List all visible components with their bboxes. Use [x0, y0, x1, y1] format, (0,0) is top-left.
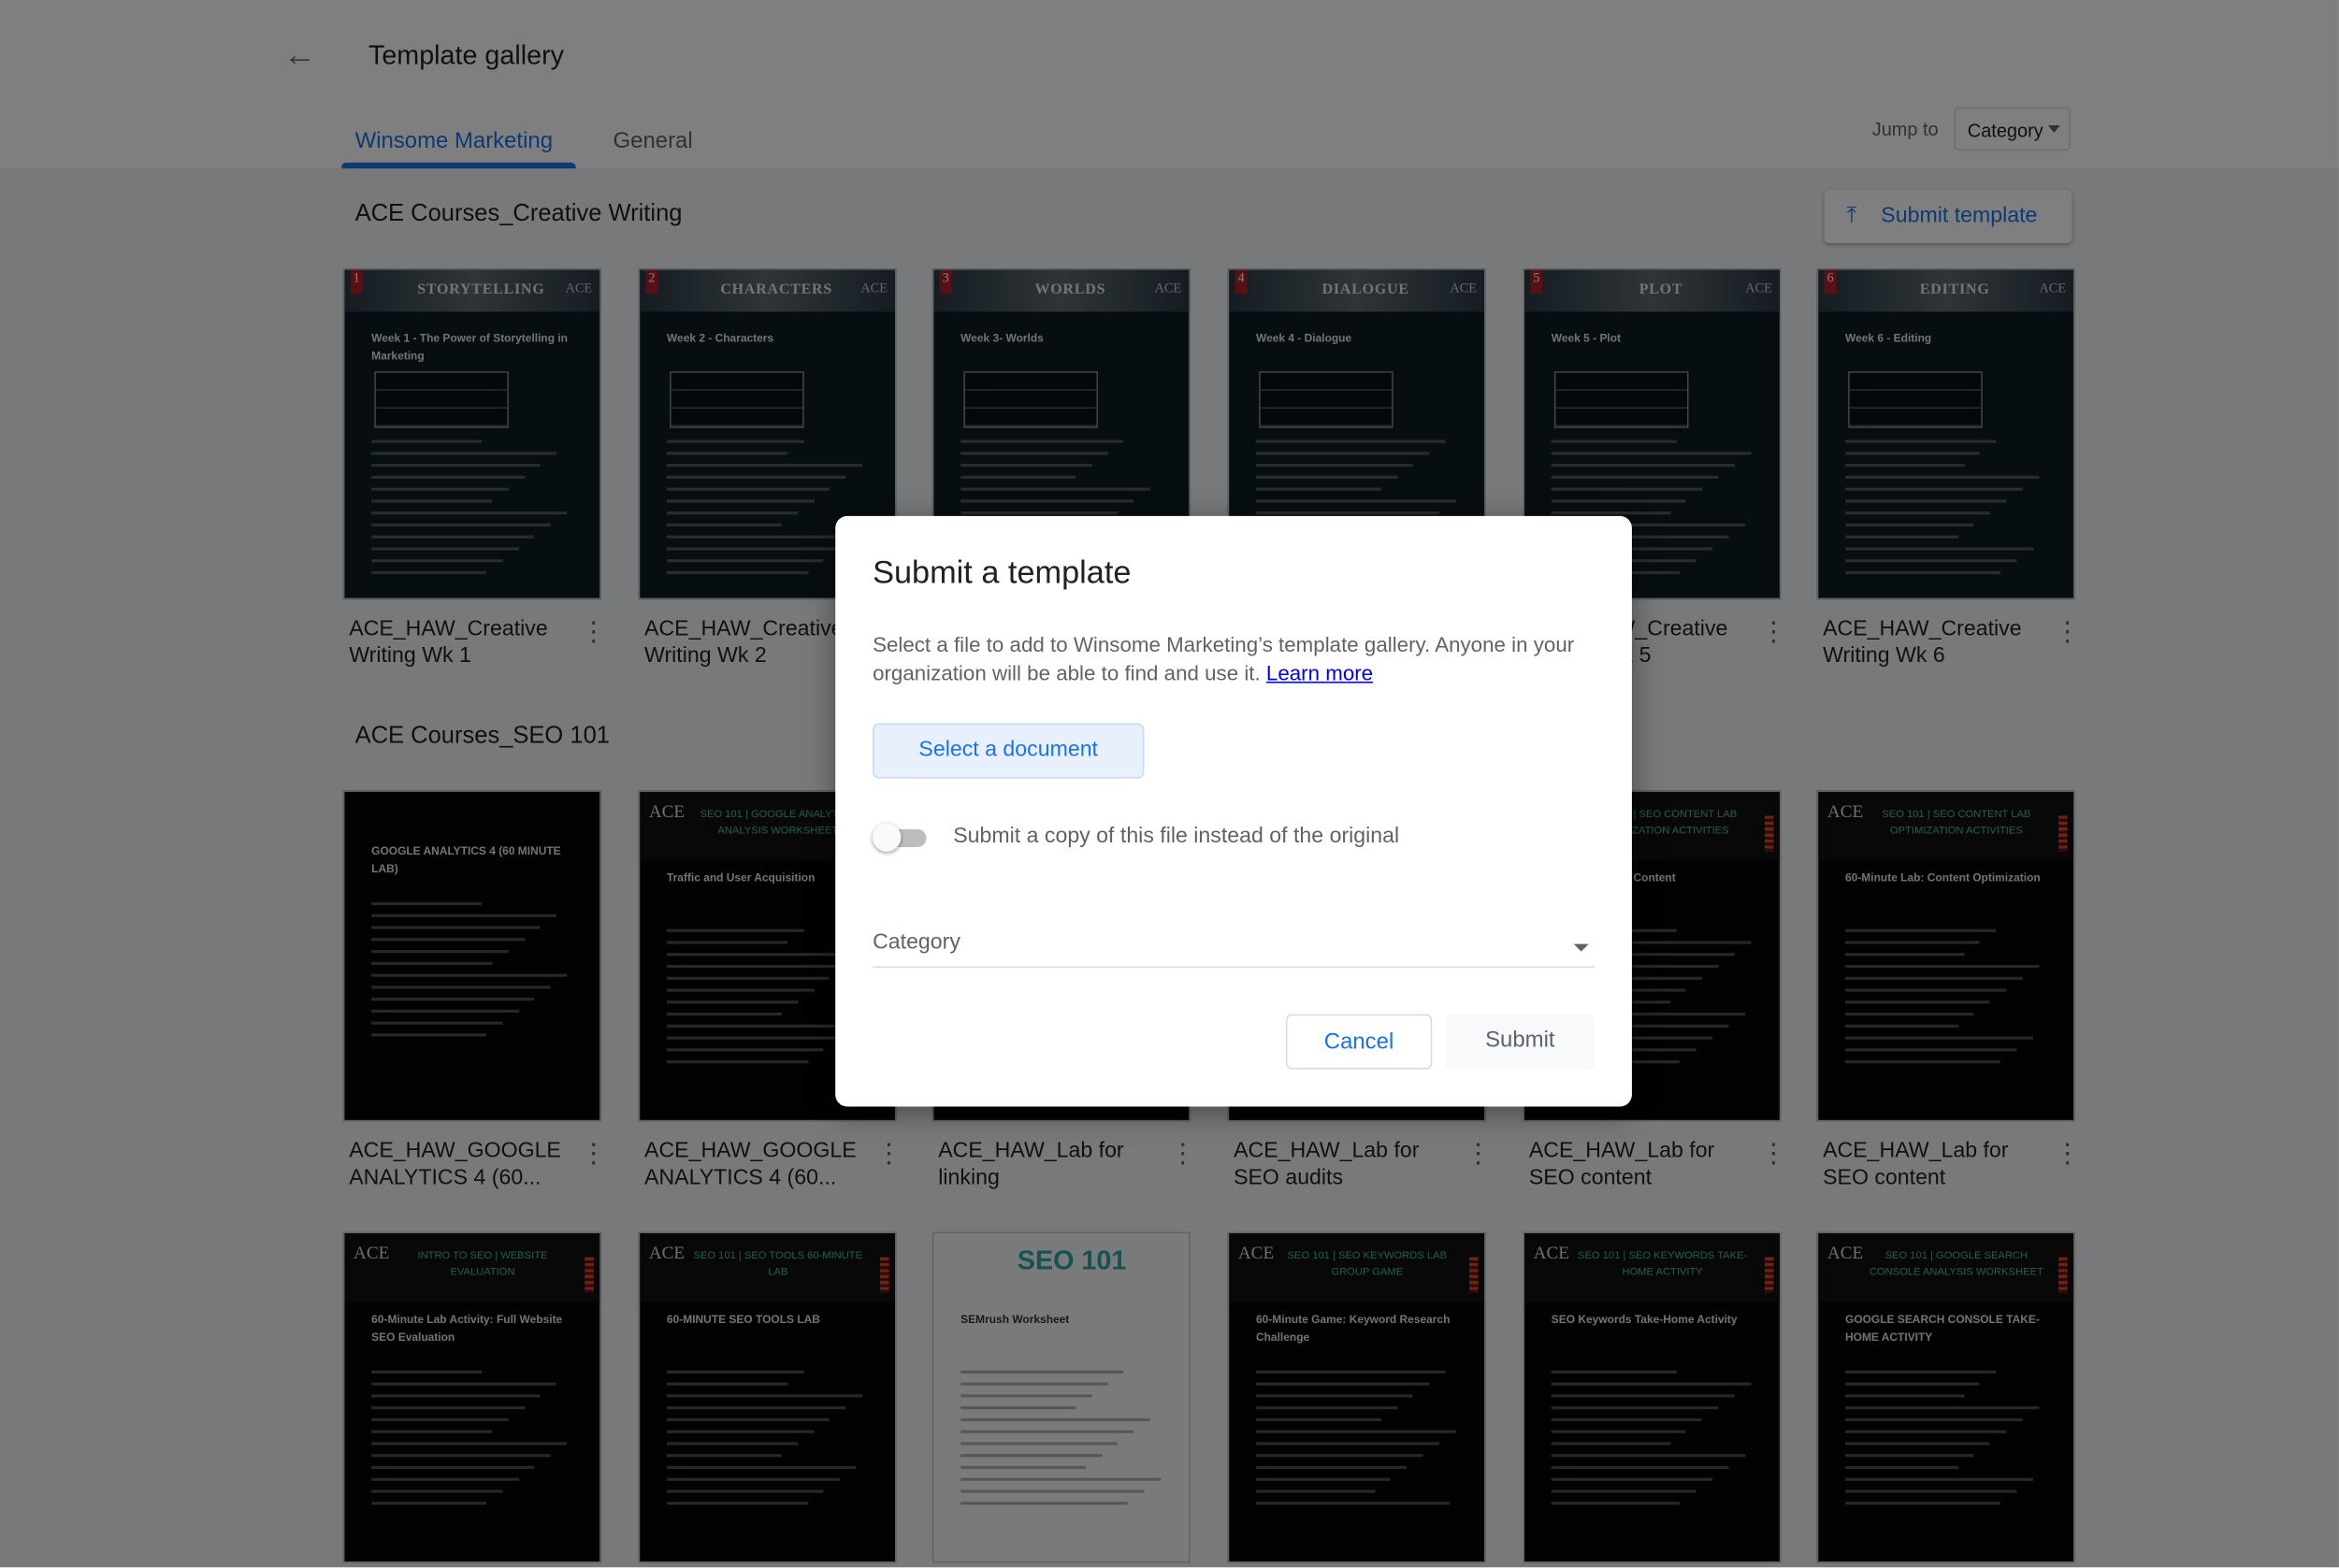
submit-copy-toggle[interactable]: [873, 823, 927, 852]
select-document-button[interactable]: Select a document: [873, 723, 1145, 779]
dialog-body-text: Select a file to add to Winsome Marketin…: [873, 632, 1575, 684]
dropdown-arrow-icon: [1573, 943, 1589, 952]
cancel-button[interactable]: Cancel: [1285, 1014, 1433, 1070]
category-select[interactable]: Category: [873, 930, 1595, 969]
template-gallery-page: ← Template gallery Winsome Marketing Gen…: [0, 0, 2339, 1568]
submit-template-dialog: Submit a template Select a file to add t…: [835, 515, 1632, 1107]
dialog-title: Submit a template: [873, 554, 1132, 591]
submit-copy-label: Submit a copy of this file instead of th…: [953, 825, 1400, 849]
dialog-description: Select a file to add to Winsome Marketin…: [873, 631, 1604, 686]
submit-button[interactable]: Submit: [1445, 1014, 1595, 1070]
toggle-knob: [873, 823, 902, 852]
learn-more-link[interactable]: Learn more: [1266, 660, 1373, 684]
category-placeholder: Category: [873, 930, 960, 955]
